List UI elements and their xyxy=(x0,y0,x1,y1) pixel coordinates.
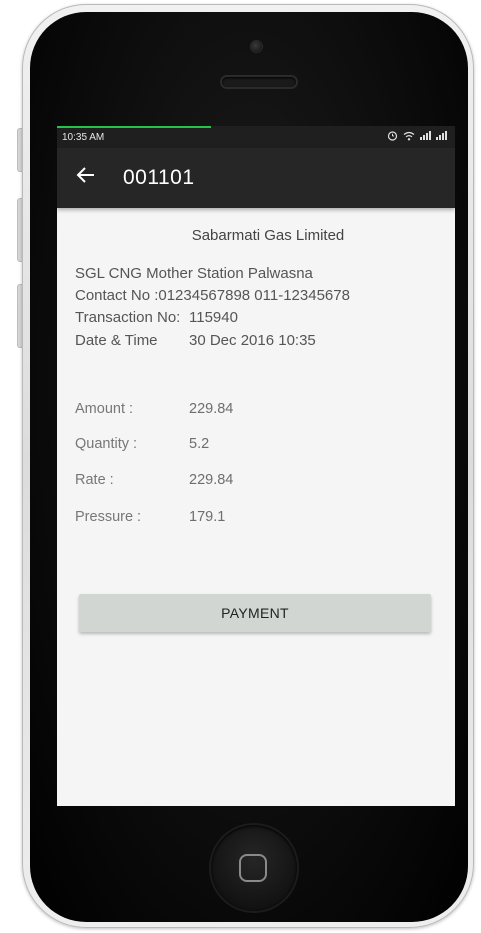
transaction-label: Transaction No: xyxy=(75,309,181,326)
front-camera-icon xyxy=(251,41,262,52)
status-time: 10:35 AM xyxy=(62,132,105,143)
company-name: Sabarmati Gas Limited xyxy=(191,227,345,244)
datetime-row: Date & Time 30 Dec 2016 10:35 xyxy=(75,332,316,349)
quantity-row: Quantity : 5.2 xyxy=(75,436,209,452)
datetime-label: Date & Time xyxy=(75,332,158,349)
field-label: Pressure : xyxy=(75,509,142,525)
signal-icon xyxy=(420,131,431,140)
rate-row: Rate : 229.84 xyxy=(75,472,233,488)
transaction-row: Transaction No: 115940 xyxy=(75,309,238,326)
station-name: SGL CNG Mother Station Palwasna xyxy=(75,265,313,282)
phone-screen: 10:35 AM 001101 Sabarmati Gas Limited SG… xyxy=(57,126,455,806)
payment-button[interactable]: PAYMENT xyxy=(79,594,431,632)
amount-row: Amount : 229.84 xyxy=(75,401,233,417)
home-button[interactable] xyxy=(211,825,297,911)
status-bar: 10:35 AM xyxy=(57,126,455,148)
app-bar: 001101 xyxy=(57,148,455,208)
pressure-row: Pressure : 179.1 xyxy=(75,509,225,525)
status-progress-bar xyxy=(57,126,211,128)
field-value: 179.1 xyxy=(189,509,226,525)
arrow-left-icon[interactable] xyxy=(75,164,97,191)
signal-2-icon xyxy=(436,131,447,140)
field-label: Rate : xyxy=(75,472,114,488)
wifi-icon xyxy=(403,131,415,140)
transaction-value: 115940 xyxy=(189,309,238,326)
status-icons xyxy=(387,130,447,141)
earpiece-speaker xyxy=(222,77,296,87)
home-square-icon xyxy=(239,854,267,882)
field-label: Amount : xyxy=(75,401,134,417)
contact-info: Contact No :01234567898 011-12345678 xyxy=(75,287,350,304)
alarm-icon xyxy=(387,131,398,141)
datetime-value: 30 Dec 2016 10:35 xyxy=(189,332,316,349)
field-value: 5.2 xyxy=(189,436,210,452)
field-label: Quantity : xyxy=(75,436,138,452)
field-value: 229.84 xyxy=(189,401,234,417)
field-value: 229.84 xyxy=(189,472,234,488)
stage: 10:35 AM 001101 Sabarmati Gas Limited SG… xyxy=(0,0,481,933)
page-title: 001101 xyxy=(123,166,195,189)
